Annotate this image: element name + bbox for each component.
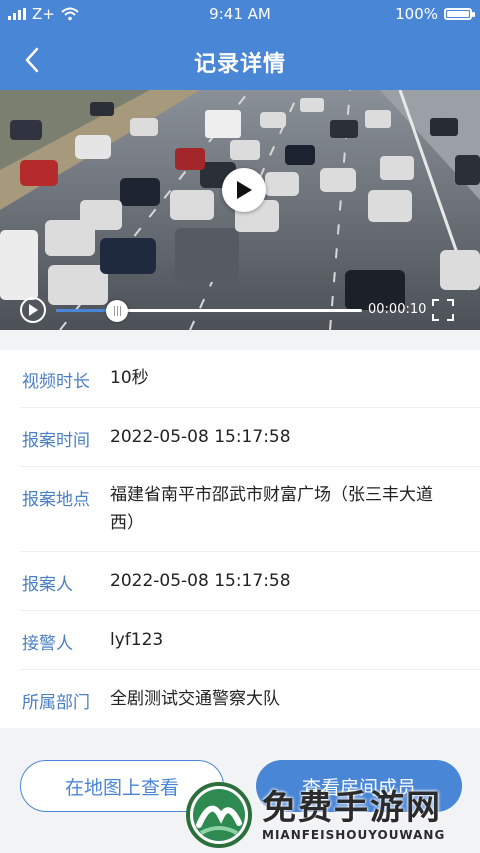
watermark: 免费手游网 MIANFEISHOUYOUWANG xyxy=(182,780,480,853)
detail-row-reporter: 报案人 2022-05-08 15:17:58 xyxy=(20,552,480,611)
fullscreen-icon[interactable] xyxy=(432,299,454,321)
video-controls: 00:00:10 xyxy=(0,290,480,330)
detail-label: 视频时长 xyxy=(22,372,90,392)
detail-label: 接警人 xyxy=(22,634,73,654)
detail-label: 报案时间 xyxy=(22,431,90,451)
video-time: 00:00:10 xyxy=(368,302,427,317)
battery-percent: 100% xyxy=(395,5,438,23)
top-bar: Z+ 9:41 AM 100% 记录详情 xyxy=(0,0,480,90)
detail-value: 全剧测试交通警察大队 xyxy=(110,689,280,709)
watermark-subtitle: MIANFEISHOUYOUWANG xyxy=(262,828,446,842)
detail-value: 福建省南平市邵武市财富广场（张三丰大道西） xyxy=(110,485,433,533)
detail-value: 2022-05-08 15:17:58 xyxy=(110,571,291,591)
control-play-button[interactable] xyxy=(20,297,46,323)
detail-row-report-time: 报案时间 2022-05-08 15:17:58 xyxy=(20,408,480,467)
detail-value: 2022-05-08 15:17:58 xyxy=(110,427,291,447)
detail-row-department: 所属部门 全剧测试交通警察大队 xyxy=(20,670,480,728)
detail-value: 10秒 xyxy=(110,368,149,388)
detail-value: lyf123 xyxy=(110,630,164,650)
detail-row-duration: 视频时长 10秒 xyxy=(20,350,480,408)
nav-header: 记录详情 xyxy=(0,30,480,90)
watermark-title: 免费手游网 xyxy=(262,788,442,828)
battery-icon xyxy=(444,8,475,20)
video-player[interactable]: 00:00:10 xyxy=(0,90,480,330)
status-right: 100% xyxy=(395,5,475,23)
play-icon xyxy=(237,181,252,199)
status-bar: Z+ 9:41 AM 100% xyxy=(0,0,480,30)
detail-label: 所属部门 xyxy=(22,693,90,713)
progress-handle[interactable] xyxy=(106,300,129,322)
detail-label: 报案人 xyxy=(22,575,73,595)
detail-list: 视频时长 10秒 报案时间 2022-05-08 15:17:58 报案地点 福… xyxy=(0,350,480,728)
watermark-logo-icon xyxy=(186,782,252,848)
detail-label: 报案地点 xyxy=(22,490,90,510)
play-icon xyxy=(29,304,38,316)
detail-row-location: 报案地点 福建省南平市邵武市财富广场（张三丰大道西） xyxy=(20,467,480,552)
detail-row-receiver: 接警人 lyf123 xyxy=(20,611,480,670)
page-title: 记录详情 xyxy=(193,52,286,77)
play-button[interactable] xyxy=(222,168,266,212)
